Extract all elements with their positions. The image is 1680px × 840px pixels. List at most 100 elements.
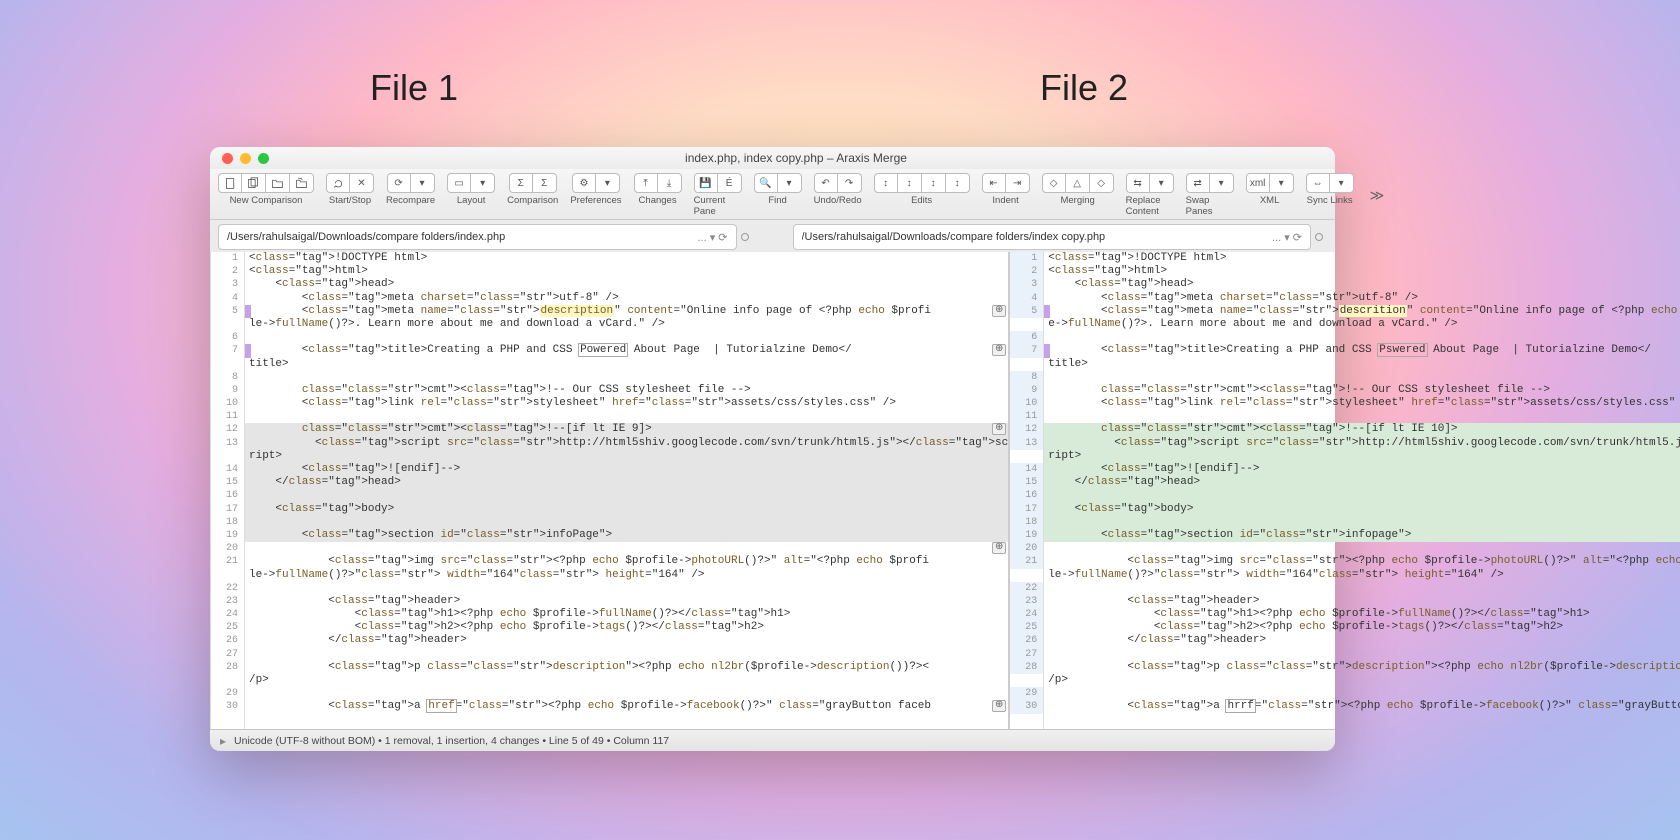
refresh-button[interactable] [326,173,350,193]
code-line[interactable] [245,516,1008,529]
code-line[interactable] [245,648,1008,661]
code-line[interactable] [1044,516,1680,529]
code-line[interactable]: <class="tag">section id="class="str">inf… [1044,529,1680,542]
code-line[interactable] [245,410,1008,423]
drop-button[interactable]: ▾ [1330,173,1354,193]
e2-button[interactable]: ↕ [898,173,922,193]
in-button[interactable]: ⇥ [1006,173,1030,193]
code-line[interactable]: <class="tag">head> [245,278,1008,291]
code-line[interactable]: <class="tag">meta name="class="str">desc… [245,305,1008,318]
gear-button[interactable]: ⚙ [572,173,596,193]
code-line[interactable]: class="class="str">cmt"><class="tag">!--… [245,384,1008,397]
code-line[interactable]: </class="tag">head> [245,476,1008,489]
code-line[interactable]: <class="tag">header> [245,595,1008,608]
drop-button[interactable]: ▾ [1270,173,1294,193]
m1-button[interactable]: ◇ [1042,173,1066,193]
code-line[interactable]: /p> [1044,674,1680,687]
recompare-button[interactable]: ⟳ [387,173,411,193]
left-path-field[interactable]: /Users/rahulsaigal/Downloads/compare fol… [218,224,737,250]
code-line[interactable]: <class="tag">h1><?php echo $profile->ful… [245,608,1008,621]
code-line[interactable]: <class="tag">body> [245,503,1008,516]
right-code[interactable]: 1234567891011121314151617181920212223242… [1010,252,1680,729]
left-code[interactable]: 1234567891011121314151617181920212223242… [211,252,1008,729]
out-button[interactable]: ⇤ [982,173,1006,193]
code-line[interactable]: le->fullName()?>"class="str"> width="164… [1044,569,1680,582]
folder-button[interactable] [266,173,290,193]
m3-button[interactable]: ◇ [1090,173,1114,193]
copy-block-button[interactable]: ⊕ [992,423,1006,435]
code-line[interactable] [1044,489,1680,502]
code-line[interactable]: </class="tag">header> [245,634,1008,647]
code-line[interactable]: class="class="str">cmt"><class="tag">!--… [245,423,1008,436]
sw-button[interactable]: ⇄ [1186,173,1210,193]
xml-button[interactable]: xml [1246,173,1270,193]
save-button[interactable]: 💾 [694,173,718,193]
e1-button[interactable]: ↕ [874,173,898,193]
code-line[interactable]: <class="tag">meta charset="class="str">u… [1044,292,1680,305]
folder2-button[interactable] [290,173,314,193]
code-line[interactable]: <class="tag">title>Creating a PHP and CS… [1044,344,1680,357]
doc2-button[interactable] [242,173,266,193]
stop-button[interactable]: ✕ [350,173,374,193]
edit-button[interactable]: É [718,173,742,193]
code-line[interactable]: <class="tag">meta charset="class="str">u… [245,292,1008,305]
toolbar-overflow-icon[interactable]: ≫ [1366,187,1389,204]
code-line[interactable] [1044,410,1680,423]
code-line[interactable] [245,687,1008,700]
code-line[interactable]: ript> [245,450,1008,463]
code-line[interactable]: <class="tag">p class="class="str">descri… [1044,661,1680,674]
code-line[interactable]: <class="tag">p class="class="str">descri… [245,661,1008,674]
minimize-icon[interactable] [240,153,251,164]
code-line[interactable]: <class="tag">script src="class="str">htt… [1044,437,1680,450]
code-line[interactable]: title> [1044,358,1680,371]
drop-button[interactable]: ▾ [1210,173,1234,193]
code-line[interactable]: <class="tag">img src="class="str"><?php … [1044,555,1680,568]
overview-toggle-left[interactable] [737,224,753,250]
code-line[interactable]: e->fullName()?>. Learn more about me and… [1044,318,1680,331]
code-line[interactable]: </class="tag">head> [1044,476,1680,489]
right-path-field[interactable]: /Users/rahulsaigal/Downloads/compare fol… [793,224,1312,250]
path-controls[interactable]: ... ▾ ⟳ [1272,231,1302,244]
code-line[interactable] [1044,542,1680,555]
code-line[interactable]: <class="tag">![endif]--> [1044,463,1680,476]
code-line[interactable]: title> [245,358,1008,371]
next-button[interactable]: ⤓ [658,173,682,193]
code-line[interactable]: <class="tag">link rel="class="str">style… [245,397,1008,410]
sigma2-button[interactable]: Σ [533,173,557,193]
e4-button[interactable]: ↕ [946,173,970,193]
code-line[interactable]: <class="tag">head> [1044,278,1680,291]
code-line[interactable] [1044,371,1680,384]
copy-block-button[interactable]: ⊕ [992,305,1006,317]
overview-toggle-right[interactable] [1311,224,1327,250]
code-line[interactable] [245,489,1008,502]
status-arrow-icon[interactable]: ▸ [220,734,226,748]
code-line[interactable]: <class="tag">a hrrf="class="str"><?php e… [1044,700,1680,713]
code-line[interactable]: le->fullName()?>. Learn more about me an… [245,318,1008,331]
code-line[interactable]: <class="tag">html> [1044,265,1680,278]
e3-button[interactable]: ↕ [922,173,946,193]
code-line[interactable] [1044,331,1680,344]
code-line[interactable]: <class="tag">body> [1044,503,1680,516]
code-line[interactable]: <class="tag">img src="class="str"><?php … [245,555,1008,568]
undo-button[interactable]: ↶ [814,173,838,193]
code-line[interactable] [245,582,1008,595]
code-line[interactable]: <class="tag">!DOCTYPE html> [245,252,1008,265]
prev-button[interactable]: ⤒ [634,173,658,193]
code-line[interactable]: <class="tag">!DOCTYPE html> [1044,252,1680,265]
code-line[interactable]: <class="tag">meta name="class="str">desc… [1044,305,1680,318]
doc-button[interactable] [218,173,242,193]
code-line[interactable]: <class="tag">h1><?php echo $profile->ful… [1044,608,1680,621]
code-line[interactable]: <class="tag">a href="class="str"><?php e… [245,700,1008,713]
code-line[interactable]: <class="tag">link rel="class="str">style… [1044,397,1680,410]
titlebar[interactable]: index.php, index copy.php – Araxis Merge [210,147,1335,169]
code-line[interactable]: <class="tag">script src="class="str">htt… [245,437,1008,450]
layout-button[interactable]: ▭ [447,173,471,193]
zoom-icon[interactable] [258,153,269,164]
code-line[interactable]: class="class="str">cmt"><class="tag">!--… [1044,384,1680,397]
drop-button[interactable]: ▾ [778,173,802,193]
code-line[interactable]: <class="tag">h2><?php echo $profile->tag… [1044,621,1680,634]
drop-button[interactable]: ▾ [1150,173,1174,193]
rc-button[interactable]: ⇆ [1126,173,1150,193]
code-line[interactable]: <class="tag">html> [245,265,1008,278]
m2-button[interactable]: △ [1066,173,1090,193]
